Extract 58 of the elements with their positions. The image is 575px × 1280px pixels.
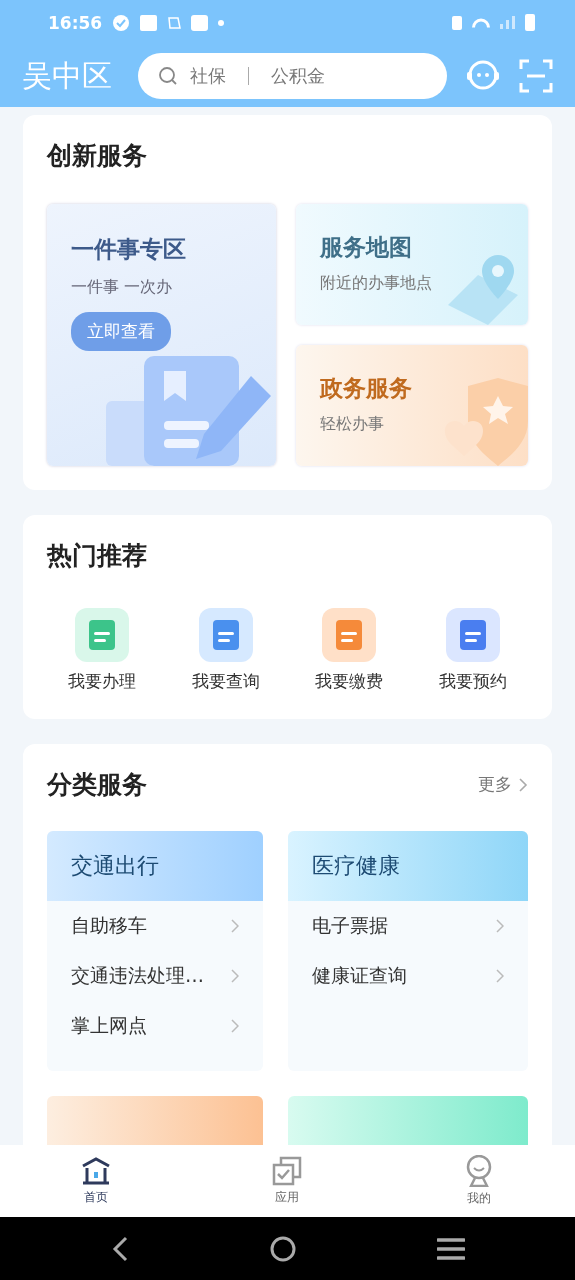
category-item[interactable]: 电子票据	[288, 901, 528, 951]
section-title: 创新服务	[47, 140, 148, 172]
chevron-right-icon	[231, 919, 239, 933]
section-title: 热门推荐	[47, 540, 148, 572]
shortcut-label: 我要预约	[438, 670, 507, 693]
category-item[interactable]: 交通违法处理…	[47, 951, 263, 1001]
status-time: 16:56	[48, 12, 103, 33]
card-title: 政务服务	[320, 374, 413, 403]
service-icon	[445, 608, 500, 662]
one-thing-card[interactable]: 一件事专区 一件事 一次办 立即查看	[47, 204, 276, 466]
card-subtitle: 附近的办事地点	[320, 273, 433, 294]
search-hint: 公积金	[271, 64, 325, 88]
card-title: 一件事专区	[71, 235, 187, 264]
shortcut-item[interactable]: 我要办理	[47, 608, 157, 693]
more-link[interactable]: 更多	[478, 773, 512, 796]
scan-icon[interactable]	[519, 59, 553, 93]
shortcut-label: 我要办理	[68, 670, 136, 693]
search-icon	[158, 66, 178, 86]
card-subtitle: 一件事 一次办	[71, 277, 174, 298]
card-title: 服务地图	[320, 233, 413, 262]
service-icon	[198, 608, 253, 662]
shortcut-item[interactable]: 我要缴费	[294, 608, 405, 693]
card-subtitle: 轻松办事	[320, 414, 385, 435]
shortcut-label: 我要查询	[191, 670, 260, 693]
category-header[interactable]: 交通出行	[47, 831, 263, 901]
category-item[interactable]: 掌上网点	[47, 1001, 263, 1051]
chevron-right-icon	[231, 1019, 239, 1033]
person-icon	[465, 1155, 494, 1187]
tab[interactable]: 我的	[449, 1155, 510, 1207]
battery-icon	[525, 14, 535, 31]
chevron-right-icon	[496, 919, 504, 933]
search-hint: 社保	[190, 64, 226, 88]
tab[interactable]: 首页	[65, 1156, 126, 1206]
category-header[interactable]	[288, 1096, 528, 1145]
check-circle-icon	[112, 13, 131, 32]
tab[interactable]: 应用	[257, 1156, 318, 1206]
service-card[interactable]: 服务地图 附近的办事地点	[296, 204, 528, 325]
wifi-icon	[472, 17, 490, 28]
signal-icon	[500, 16, 515, 29]
service-icon	[322, 608, 377, 662]
service-card[interactable]: 政务服务 轻松办事	[296, 345, 528, 466]
category-item[interactable]: 自助移车	[47, 901, 263, 951]
chevron-right-icon	[496, 969, 504, 983]
service-icon	[75, 608, 129, 662]
chevron-right-icon	[231, 969, 239, 983]
home-button-icon[interactable]	[269, 1234, 298, 1263]
category-item[interactable]: 健康证查询	[288, 951, 528, 1001]
search-field[interactable]: 社保 公积金	[138, 53, 447, 99]
category-header[interactable]	[47, 1096, 263, 1145]
chevron-right-icon	[518, 776, 528, 793]
shortcut-label: 我要缴费	[315, 670, 384, 693]
shortcut-item[interactable]: 我要预约	[417, 608, 528, 693]
shortcut-item[interactable]: 我要查询	[170, 608, 281, 693]
section-title: 分类服务	[47, 769, 148, 801]
dot-icon	[218, 19, 225, 26]
menu-icon[interactable]	[437, 1236, 466, 1261]
apps-icon	[272, 1156, 303, 1186]
category-header[interactable]: 医疗健康	[288, 831, 528, 901]
